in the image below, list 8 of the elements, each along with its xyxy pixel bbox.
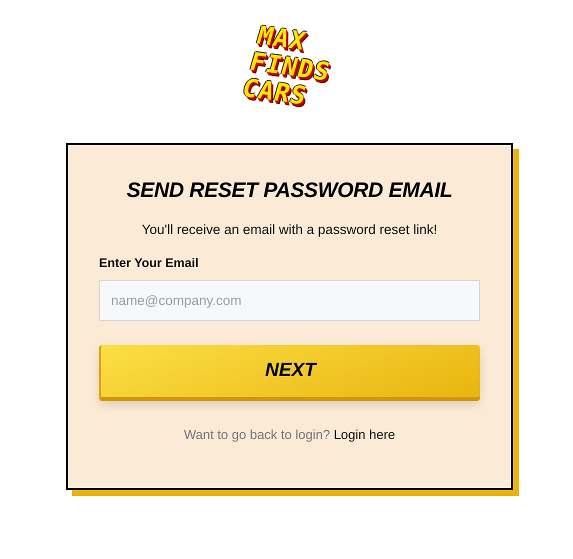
email-field[interactable]: name@company.com [99,280,480,321]
form-title: SEND RESET PASSWORD EMAIL [126,178,454,204]
next-button[interactable]: NEXT [99,345,480,401]
footer-text: Want to go back to login? [184,427,330,442]
form-subtitle: You'll receive an email with a password reset link! [140,222,438,237]
field-label: Enter Your Email [99,256,200,270]
logo: MAX FINDS CARS [238,22,336,112]
login-link[interactable]: Login here [334,427,396,442]
